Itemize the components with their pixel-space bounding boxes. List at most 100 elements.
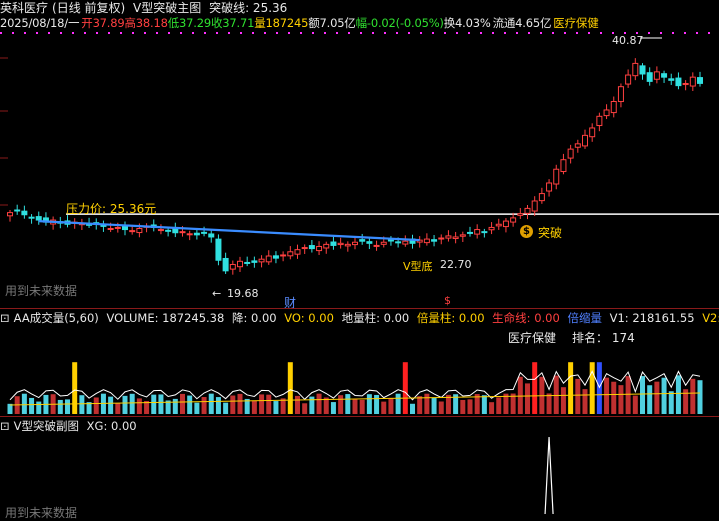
candle-body	[35, 216, 42, 221]
candle-body	[28, 216, 35, 219]
volume-bar	[330, 402, 336, 414]
volume-bar	[316, 393, 322, 414]
volume-bar	[273, 401, 279, 414]
volume-panel-icon[interactable]: ⊡	[0, 311, 10, 325]
volume-bar	[618, 385, 624, 414]
fall-value: 降: 0.00	[231, 311, 277, 325]
candle-body	[359, 239, 366, 242]
volume-bar	[640, 376, 645, 414]
volume-bar	[604, 377, 610, 414]
volume-bar	[338, 395, 344, 414]
volume-bar	[438, 401, 444, 414]
volume-bar	[79, 395, 85, 414]
candle-body	[316, 245, 323, 252]
candle-body	[157, 229, 164, 232]
candle-body	[431, 239, 438, 242]
high-price-marker: 40.87	[612, 34, 644, 47]
candle-body	[610, 101, 617, 114]
candle-body	[21, 210, 28, 216]
volume-bar	[352, 399, 358, 414]
candle-body	[337, 242, 344, 246]
candle-body	[244, 261, 251, 264]
candle-body	[380, 241, 387, 245]
volume-bar	[65, 399, 70, 414]
volume-bar	[215, 397, 221, 414]
volume-bar	[208, 393, 214, 414]
volume-bar	[309, 396, 315, 414]
volume-bar	[29, 397, 35, 414]
candle-body	[625, 74, 632, 85]
candle-body	[294, 249, 301, 255]
candle-body	[208, 233, 215, 238]
volume-bar	[295, 395, 300, 414]
candle-body	[179, 231, 186, 234]
candle-body	[524, 207, 531, 214]
volume-bar	[194, 402, 200, 414]
candle-body	[229, 263, 236, 270]
volume-bar	[431, 397, 437, 414]
volume-bar	[72, 362, 78, 414]
volume-bar	[402, 362, 408, 414]
volume-panel-title[interactable]: AA成交量(5,60)	[14, 311, 99, 325]
candle-body	[165, 229, 172, 232]
candle-body	[265, 255, 272, 263]
chart-canvas[interactable]	[0, 0, 719, 519]
candle-body	[402, 240, 409, 245]
candle-body	[129, 230, 136, 233]
future-data-note: 用到未来数据	[5, 284, 78, 298]
ground-volume-value: 地量柱: 0.00	[341, 311, 410, 325]
candle-body	[495, 223, 502, 227]
candle-body	[395, 241, 402, 244]
candle-body	[546, 182, 553, 192]
candle-body	[323, 243, 330, 249]
candle-body	[488, 226, 495, 231]
break-marker: 突破	[538, 226, 563, 240]
sub-panel-icon[interactable]: ⊡	[0, 419, 10, 433]
low-price-marker: 19.68	[227, 287, 259, 300]
candle-body	[617, 86, 624, 103]
volume-bar	[647, 385, 653, 414]
candle-body	[639, 65, 646, 75]
candle-body	[423, 238, 430, 244]
panel-divider[interactable]	[0, 308, 719, 309]
volume-bar	[632, 395, 638, 414]
candle-body	[136, 228, 143, 234]
volume-bar	[223, 402, 229, 414]
volume-bar	[259, 394, 265, 414]
sub-panel-title[interactable]: V型突破副图	[14, 419, 79, 433]
volume-bar	[489, 402, 495, 414]
candle-body	[603, 109, 610, 117]
candle-body	[474, 229, 481, 235]
money-bag-icon: $	[520, 225, 533, 238]
candle-body	[574, 143, 581, 148]
panel-divider[interactable]	[0, 416, 719, 417]
candle-body	[689, 76, 696, 87]
volume-bar	[553, 375, 559, 414]
candle-body	[517, 213, 524, 216]
candle-body	[481, 231, 488, 234]
volume-bar	[496, 397, 502, 414]
candle-body	[682, 83, 689, 86]
volume-bar	[532, 362, 538, 414]
volume-bar	[467, 399, 473, 414]
volume-bar	[611, 381, 617, 414]
candle-body	[661, 73, 668, 78]
volume-bar	[21, 393, 27, 414]
candle-body	[366, 241, 373, 244]
candle-body	[560, 159, 567, 173]
price-marker: 22.70	[440, 258, 472, 271]
volume-panel-header: ⊡ AA成交量(5,60) VOLUME: 187245.38 降: 0.00 V…	[0, 310, 719, 326]
volume-bar	[410, 403, 415, 414]
volume-bar	[517, 376, 523, 414]
volume-bar	[230, 395, 236, 414]
candle-body	[596, 115, 603, 127]
volume-bar	[302, 403, 308, 414]
signal-marker: $	[444, 294, 451, 307]
trend-line	[38, 219, 420, 242]
volume-bar	[424, 393, 430, 414]
volume-bar	[460, 399, 466, 414]
candle-body	[510, 217, 517, 223]
volume-bar	[359, 399, 365, 414]
candle-body	[201, 231, 208, 234]
life-line-value: 生命线: 0.00	[492, 311, 560, 325]
